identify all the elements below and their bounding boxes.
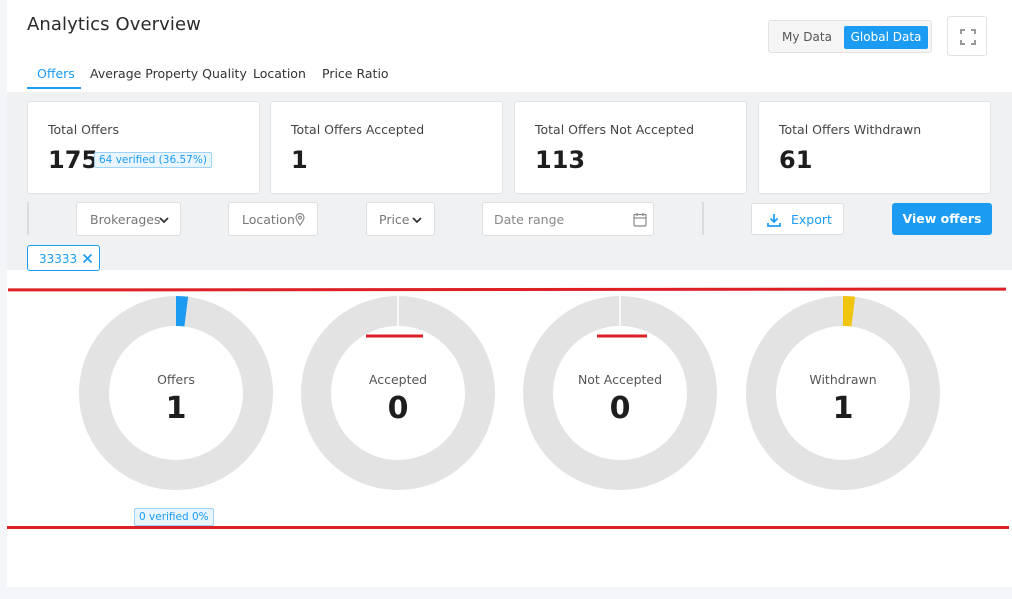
chevron-down-icon — [159, 217, 169, 224]
date-range-placeholder: Date range — [494, 212, 565, 227]
location-label: Location — [242, 212, 295, 227]
active-tab-indicator — [27, 87, 81, 89]
analytics-card — [7, 0, 1012, 587]
chevron-down-icon — [412, 217, 422, 224]
date-range-input[interactable]: Date range — [482, 202, 654, 236]
stat-value: 113 — [535, 146, 586, 174]
donut-label: Offers — [157, 372, 195, 387]
annotation-line-bottom — [7, 526, 1009, 529]
donut-value: 1 — [832, 391, 854, 426]
donut-value: 1 — [165, 391, 187, 426]
donut-value: 0 — [609, 391, 631, 426]
donut-accepted: Accepted 0 — [300, 295, 496, 491]
tab-offers[interactable]: Offers — [37, 66, 75, 81]
stat-total-offers: Total Offers 175 64 verified (36.57%) — [27, 101, 260, 194]
brokerages-label: Brokerages — [90, 212, 161, 227]
donut-not-accepted: Not Accepted 0 — [522, 295, 718, 491]
price-label: Price — [379, 212, 410, 227]
filter-chip: 33333 — [27, 245, 100, 271]
donut-withdrawn: Withdrawn 1 — [745, 295, 941, 491]
view-offers-button[interactable]: View offers — [892, 203, 992, 235]
stat-value: 61 — [779, 146, 813, 174]
verified-badge: 64 verified (36.57%) — [94, 152, 212, 168]
global-data-button[interactable]: Global Data — [844, 26, 928, 49]
stat-value: 1 — [291, 146, 308, 174]
donut-label: Not Accepted — [577, 372, 663, 387]
stat-total-offers-not-accepted: Total Offers Not Accepted 113 — [514, 101, 747, 194]
close-icon[interactable] — [82, 253, 93, 264]
filter-divider — [702, 202, 704, 235]
price-dropdown[interactable]: Price — [366, 202, 435, 236]
map-pin-icon — [295, 213, 305, 226]
stat-label: Total Offers Accepted — [291, 122, 425, 137]
page-title: Analytics Overview — [27, 14, 202, 35]
export-button[interactable]: Export — [751, 203, 844, 235]
brokerages-dropdown[interactable]: Brokerages — [76, 202, 181, 236]
donut-label: Accepted — [368, 372, 428, 387]
export-label: Export — [791, 212, 832, 227]
tab-price-ratio[interactable]: Price Ratio — [322, 66, 389, 81]
stat-value: 175 — [48, 146, 99, 174]
fullscreen-button[interactable] — [947, 16, 987, 56]
data-scope-toggle: My Data Global Data — [768, 20, 932, 53]
stat-total-offers-accepted: Total Offers Accepted 1 — [270, 101, 503, 194]
stat-label: Total Offers Withdrawn — [779, 122, 922, 137]
tab-average-property-quality[interactable]: Average Property Quality — [90, 66, 247, 81]
donut-offers: Offers 1 — [78, 295, 274, 491]
stat-total-offers-withdrawn: Total Offers Withdrawn 61 — [758, 101, 991, 194]
stat-label: Total Offers Not Accepted — [535, 122, 695, 137]
download-icon — [767, 214, 781, 227]
expand-icon — [960, 29, 976, 45]
location-filter[interactable]: Location — [228, 202, 318, 236]
tab-location[interactable]: Location — [253, 66, 306, 81]
offers-verified-badge: 0 verified 0% — [134, 508, 214, 526]
stat-label: Total Offers — [48, 122, 119, 137]
donut-label: Withdrawn — [809, 372, 877, 387]
calendar-icon — [633, 213, 647, 227]
filter-chip-label: 33333 — [39, 252, 78, 266]
my-data-button[interactable]: My Data — [775, 26, 839, 49]
donut-value: 0 — [387, 391, 409, 426]
filter-divider — [27, 202, 29, 235]
